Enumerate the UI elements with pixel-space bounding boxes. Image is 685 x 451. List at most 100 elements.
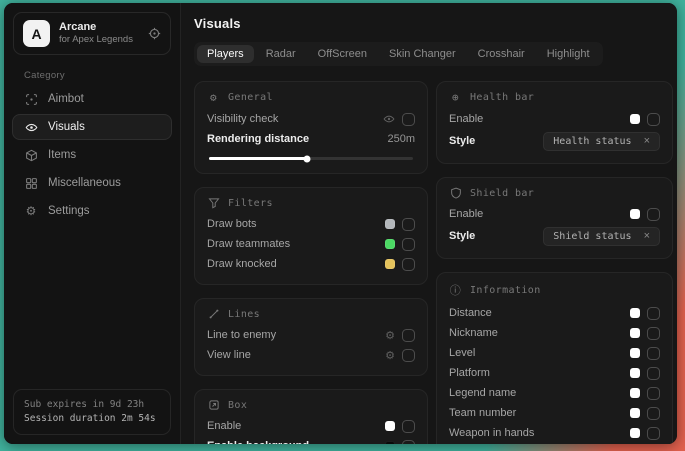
color-swatch[interactable] — [630, 114, 640, 124]
clear-icon[interactable]: × — [644, 136, 650, 147]
tab-crosshair[interactable]: Crosshair — [468, 45, 535, 63]
team-number-checkbox[interactable] — [647, 407, 660, 420]
eye-icon[interactable] — [383, 113, 395, 125]
row-label: Style — [449, 135, 475, 147]
cube-icon — [24, 149, 38, 162]
row-visibility-check: Visibility check — [207, 109, 415, 129]
gear-icon[interactable]: ⚙ — [385, 349, 395, 362]
info-icon: ⓘ — [449, 282, 462, 298]
row-legend-name: Legend name — [449, 383, 660, 403]
level-checkbox[interactable] — [647, 347, 660, 360]
panel-title: Box — [228, 400, 247, 411]
row-platform: Platform — [449, 363, 660, 383]
row-rendering-distance: Rendering distance 250m — [207, 129, 415, 149]
color-swatch[interactable] — [630, 308, 640, 318]
color-swatch[interactable] — [630, 368, 640, 378]
row-label: View line — [207, 349, 251, 361]
row-label: Enable — [449, 208, 483, 220]
color-swatch[interactable] — [385, 421, 395, 431]
health-enable-checkbox[interactable] — [647, 113, 660, 126]
legend-name-checkbox[interactable] — [647, 387, 660, 400]
tab-players[interactable]: Players — [197, 45, 254, 63]
panel-filters: Filters Draw bots Draw teammates — [194, 187, 428, 285]
color-swatch[interactable] — [385, 219, 395, 229]
color-swatch[interactable] — [630, 428, 640, 438]
panel-title: Shield bar — [470, 188, 534, 199]
tab-bar: Players Radar OffScreen Skin Changer Cro… — [194, 42, 603, 66]
sub-expires-text: Sub expires in 9d 23h — [24, 398, 160, 412]
subscription-card: Sub expires in 9d 23h Session duration 2… — [13, 389, 171, 436]
line-to-enemy-checkbox[interactable] — [402, 329, 415, 342]
shield-style-select[interactable]: Shield status × — [543, 227, 660, 246]
box-enable-background-checkbox[interactable] — [402, 440, 415, 445]
color-swatch[interactable] — [385, 239, 395, 249]
row-label: Distance — [449, 307, 492, 319]
gear-icon[interactable]: ⚙ — [385, 329, 395, 342]
color-swatch[interactable] — [630, 388, 640, 398]
gear-icon: ⚙ — [207, 91, 220, 104]
panel-general: ⚙ General Visibility check — [194, 81, 428, 174]
sidebar-item-visuals[interactable]: Visuals — [12, 114, 172, 140]
panel-box-header: Box — [207, 399, 415, 411]
row-label: Draw knocked — [207, 258, 277, 270]
row-weapon-in-hands: Weapon in hands — [449, 423, 660, 443]
row-label: Draw bots — [207, 218, 257, 230]
tab-highlight[interactable]: Highlight — [537, 45, 600, 63]
shield-enable-checkbox[interactable] — [647, 208, 660, 221]
tab-radar[interactable]: Radar — [256, 45, 306, 63]
color-swatch[interactable] — [630, 209, 640, 219]
crosshair-icon — [24, 93, 38, 106]
slider-thumb[interactable] — [303, 155, 310, 162]
row-label: Enable background — [207, 440, 309, 444]
weapon-in-hands-checkbox[interactable] — [647, 427, 660, 440]
row-label: Line to enemy — [207, 329, 276, 341]
panel-title: Information — [470, 285, 541, 296]
box-enable-checkbox[interactable] — [402, 420, 415, 433]
row-draw-teammates: Draw teammates — [207, 234, 415, 254]
panel-information-header: ⓘ Information — [449, 282, 660, 298]
distance-checkbox[interactable] — [647, 307, 660, 320]
panels-grid: ⚙ General Visibility check — [194, 81, 677, 444]
target-icon[interactable] — [148, 27, 161, 40]
sidebar-item-items[interactable]: Items — [12, 142, 172, 168]
health-style-select[interactable]: Health status × — [543, 132, 660, 151]
color-swatch[interactable] — [385, 259, 395, 269]
app-logo: A — [23, 20, 50, 47]
row-box-enable-background: Enable background — [207, 436, 415, 444]
color-swatch[interactable] — [385, 441, 395, 444]
view-line-checkbox[interactable] — [402, 349, 415, 362]
row-label: Enable — [449, 113, 483, 125]
draw-teammates-checkbox[interactable] — [402, 238, 415, 251]
row-line-to-enemy: Line to enemy ⚙ — [207, 325, 415, 345]
color-swatch[interactable] — [630, 328, 640, 338]
sidebar-item-settings[interactable]: ⚙ Settings — [12, 198, 172, 224]
nickname-checkbox[interactable] — [647, 327, 660, 340]
sidebar-item-label: Items — [48, 149, 76, 161]
color-swatch[interactable] — [630, 408, 640, 418]
grid-icon — [24, 177, 38, 190]
platform-checkbox[interactable] — [647, 367, 660, 380]
app-subtitle: for Apex Legends — [59, 34, 139, 46]
row-nickname: Nickname — [449, 323, 660, 343]
panel-lines-header: Lines — [207, 308, 415, 320]
shield-icon — [449, 187, 462, 199]
tab-offscreen[interactable]: OffScreen — [308, 45, 377, 63]
draw-knocked-checkbox[interactable] — [402, 258, 415, 271]
tab-skin-changer[interactable]: Skin Changer — [379, 45, 466, 63]
panel-health-bar-header: ⊕ Health bar — [449, 91, 660, 104]
clear-icon[interactable]: × — [644, 231, 650, 242]
color-swatch[interactable] — [630, 348, 640, 358]
row-draw-bots: Draw bots — [207, 214, 415, 234]
page-title: Visuals — [194, 16, 677, 31]
sidebar-item-miscellaneous[interactable]: Miscellaneous — [12, 170, 172, 196]
row-label: Enable — [207, 420, 241, 432]
panel-shield-bar-header: Shield bar — [449, 187, 660, 199]
draw-bots-checkbox[interactable] — [402, 218, 415, 231]
row-label: Rendering distance — [207, 133, 309, 145]
panel-general-header: ⚙ General — [207, 91, 415, 104]
visibility-check-checkbox[interactable] — [402, 113, 415, 126]
row-team-number: Team number — [449, 403, 660, 423]
sidebar-item-aimbot[interactable]: Aimbot — [12, 86, 172, 112]
rendering-distance-slider[interactable] — [209, 157, 413, 160]
row-health-style: Style Health status × — [449, 129, 660, 153]
